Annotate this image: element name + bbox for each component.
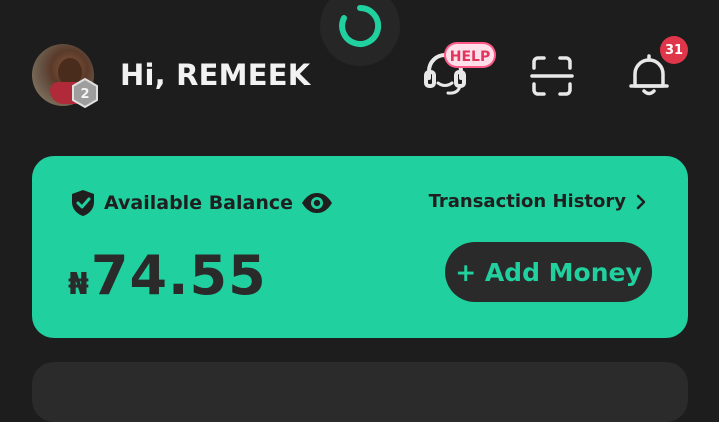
- eye-icon[interactable]: [301, 192, 333, 214]
- add-money-button[interactable]: + Add Money: [445, 242, 652, 302]
- scan-button[interactable]: [528, 54, 576, 98]
- currency-symbol: ₦: [68, 267, 89, 302]
- secondary-card: [32, 362, 688, 422]
- available-balance-label-group: Available Balance: [70, 189, 333, 217]
- shield-check-icon: [72, 190, 94, 216]
- notification-count-badge: 31: [660, 36, 688, 64]
- level-badge-number: 2: [80, 87, 89, 102]
- help-badge-label: HELP: [450, 49, 490, 65]
- help-button[interactable]: HELP: [420, 40, 500, 100]
- transaction-history-label: Transaction History: [428, 191, 626, 212]
- balance-value: 74.55: [90, 244, 267, 307]
- greeting-text: Hi, REMEEK: [120, 58, 311, 92]
- transaction-history-link[interactable]: Transaction History: [429, 191, 646, 212]
- balance-card: Available Balance Transaction History ₦ …: [32, 156, 688, 338]
- scan-icon: [530, 56, 574, 96]
- chevron-right-icon: [636, 194, 646, 209]
- available-balance-label: Available Balance: [104, 192, 294, 214]
- headset-icon: HELP: [424, 42, 496, 95]
- balance-amount: ₦ 74.55: [68, 244, 267, 307]
- loading-spinner-icon: [320, 0, 400, 66]
- level-badge: 2: [70, 77, 100, 109]
